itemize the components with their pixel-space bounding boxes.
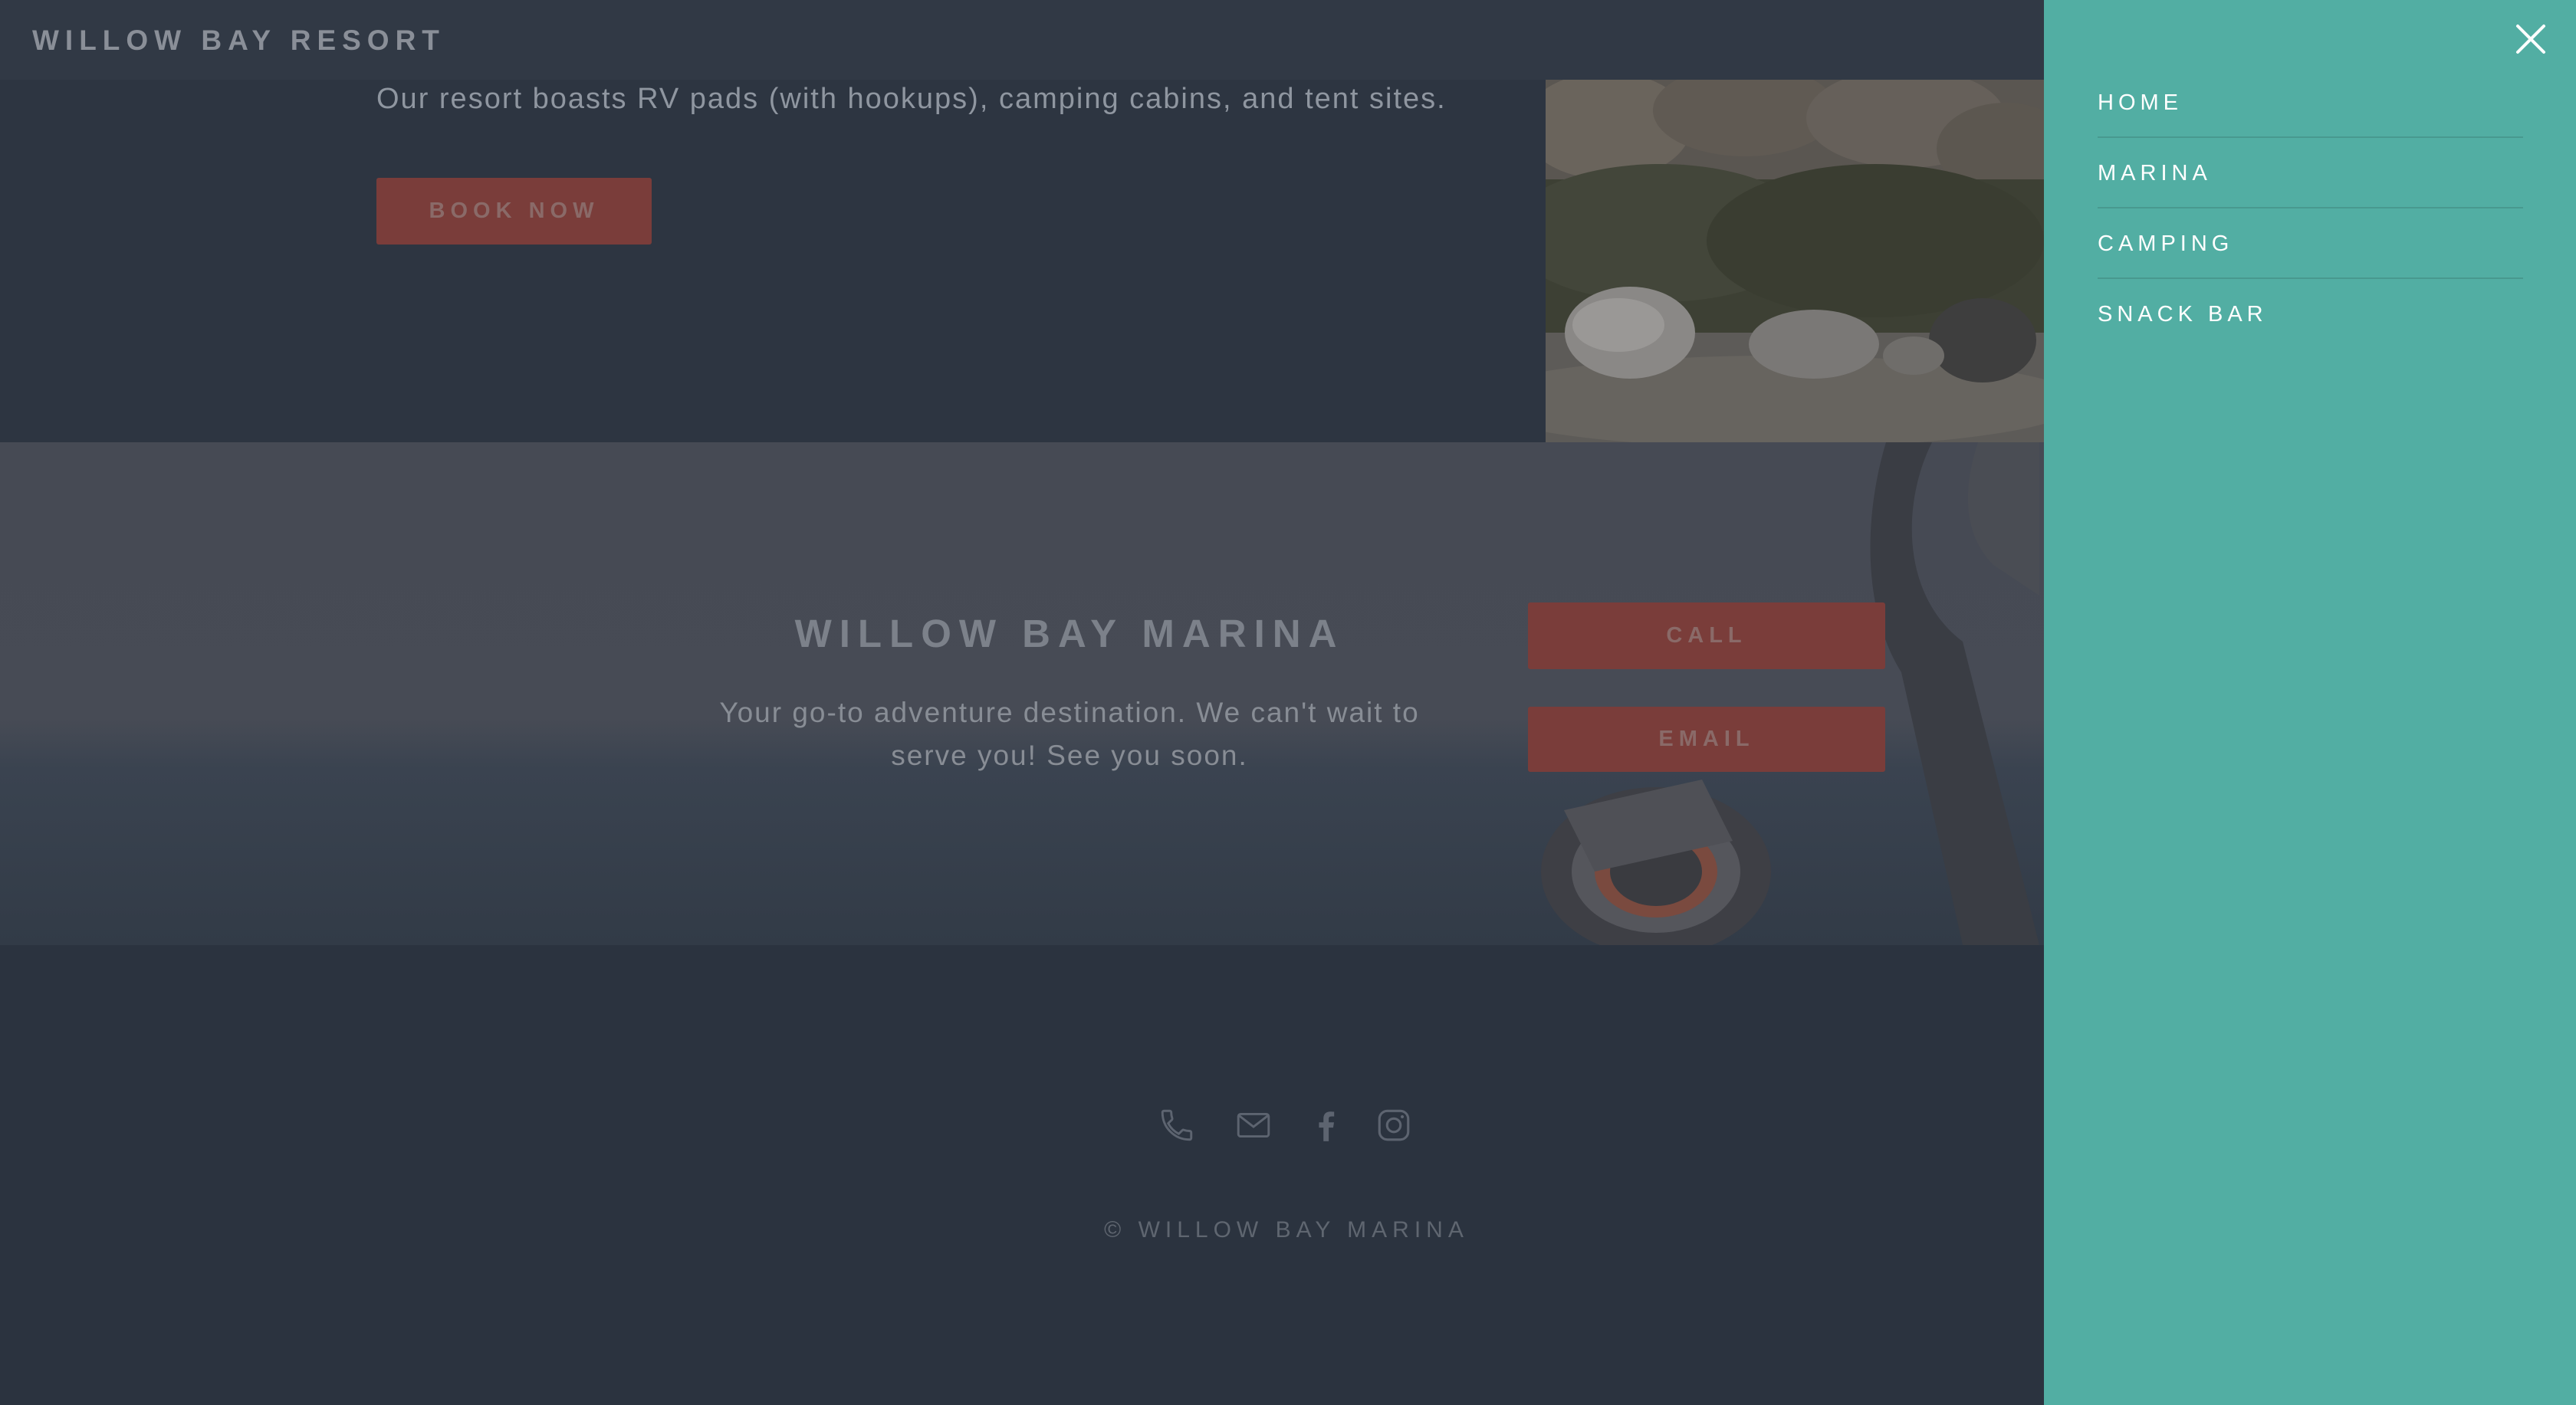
camping-description: Our resort boasts RV pads (with hookups)… [376, 83, 1447, 115]
marina-subtitle-line2: serve you! See you soon. [891, 740, 1248, 771]
footer: © WILLOW BAY MARINA [0, 945, 2044, 1405]
brand-logo[interactable]: WILLOW BAY RESORT [32, 25, 445, 57]
rocks-illustration [1546, 80, 2044, 442]
nav-menu: HOME MARINA CAMPING SNACK BAR [2098, 67, 2523, 350]
marina-section: WILLOW BAY MARINA Your go-to adventure d… [0, 442, 2044, 945]
rocks-photo [1546, 80, 2044, 442]
marina-title: WILLOW BAY MARINA [794, 612, 1345, 655]
email-button[interactable]: EMAIL [1528, 707, 1885, 772]
nav-item-snack-bar[interactable]: SNACK BAR [2098, 279, 2523, 350]
site-header: WILLOW BAY RESORT [0, 0, 2044, 80]
nav-item-marina[interactable]: MARINA [2098, 138, 2523, 208]
phone-icon[interactable] [1158, 1106, 1196, 1144]
fishing-reel-photo [1541, 442, 2039, 945]
call-button[interactable]: CALL [1528, 602, 1885, 669]
nav-item-camping[interactable]: CAMPING [2098, 208, 2523, 279]
envelope-icon[interactable] [1234, 1106, 1273, 1144]
facebook-icon[interactable] [1307, 1106, 1346, 1144]
instagram-icon[interactable] [1375, 1106, 1413, 1144]
page: Our resort boasts RV pads (with hookups)… [0, 0, 2044, 1405]
close-icon[interactable] [2513, 21, 2548, 57]
marina-subtitle: Your go-to adventure destination. We can… [675, 691, 1464, 777]
copyright: © WILLOW BAY MARINA [1104, 1217, 1469, 1243]
social-links [1150, 1106, 1457, 1152]
nav-item-home[interactable]: HOME [2098, 67, 2523, 138]
book-now-button[interactable]: BOOK NOW [376, 178, 652, 245]
marina-subtitle-line1: Your go-to adventure destination. We can… [719, 697, 1420, 728]
